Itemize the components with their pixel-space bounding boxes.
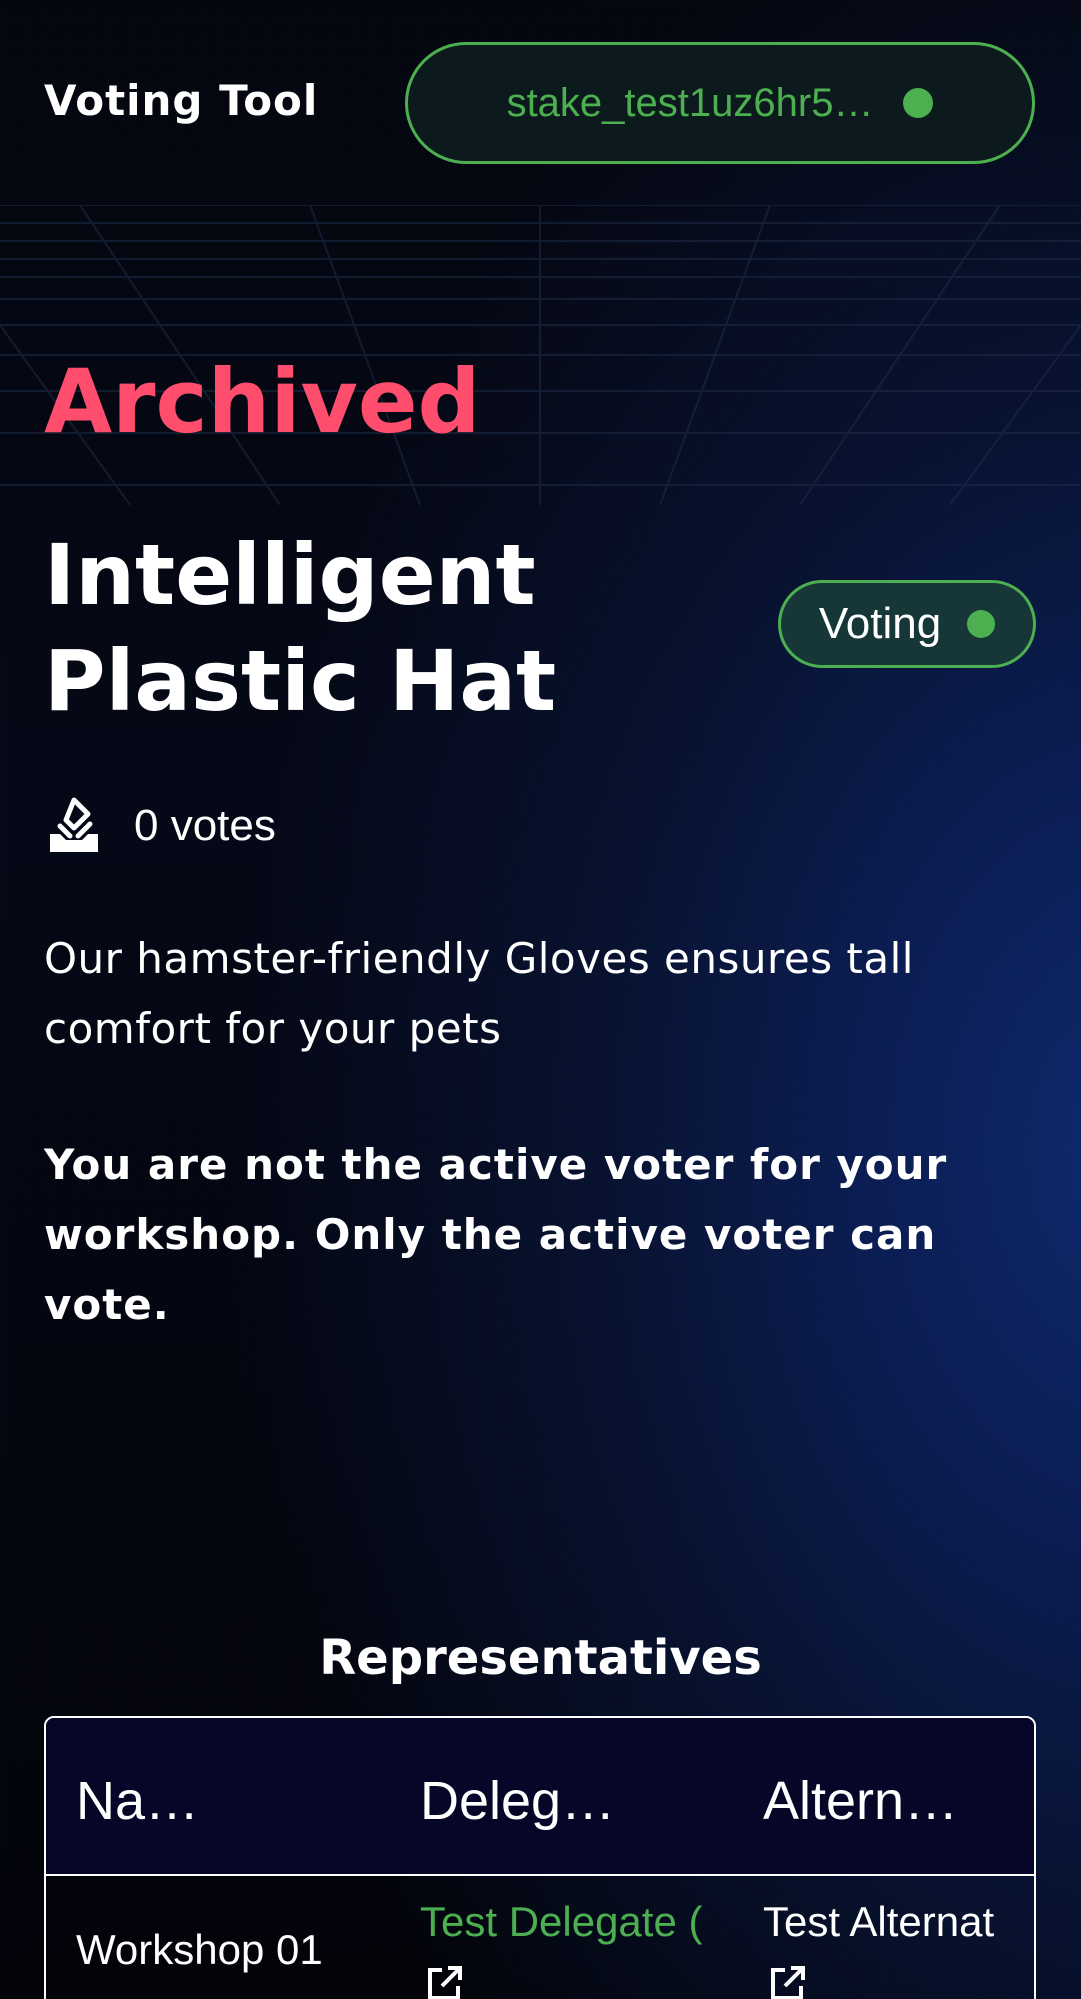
stage-badge-label: Voting <box>818 599 942 648</box>
wallet-address: stake_test1uz6hr5… <box>506 80 874 125</box>
table-row: Workshop 01 Test Delegate ( Test Alterna… <box>46 1876 1034 1999</box>
proposal-status: Archived <box>44 350 481 453</box>
stage-badge: Voting <box>778 580 1036 668</box>
alternate-link[interactable]: Test Alternat <box>763 1898 1034 1946</box>
external-link-icon[interactable] <box>424 1964 464 1999</box>
app-title: Voting Tool <box>44 76 319 125</box>
votes-row: 0 votes <box>44 796 276 856</box>
column-header-delegate[interactable]: Deleg… <box>420 1770 730 1832</box>
column-header-name[interactable]: Na… <box>76 1770 366 1832</box>
proposal-title: Intelligent Plastic Hat <box>44 526 557 730</box>
voter-notice: You are not the active voter for your wo… <box>44 1140 948 1329</box>
stage-dot-icon <box>967 610 996 638</box>
workshop-name: Workshop 01 <box>76 1926 323 1973</box>
wallet-button[interactable]: stake_test1uz6hr5… <box>405 42 1035 164</box>
votes-count: 0 votes <box>134 801 276 850</box>
delegate-link[interactable]: Test Delegate ( <box>420 1898 730 1946</box>
column-header-alternate[interactable]: Altern… <box>763 1770 1034 1832</box>
vote-icon <box>50 797 98 852</box>
connected-dot-icon <box>903 88 934 118</box>
top-bar: Voting Tool stake_test1uz6hr5… <box>0 0 1081 205</box>
representatives-heading: Representatives <box>319 1630 762 1686</box>
external-link-icon[interactable] <box>767 1964 807 1999</box>
proposal-description: Our hamster-friendly Gloves ensures tall… <box>44 934 914 1053</box>
table-header: Na… Deleg… Altern… <box>46 1718 1034 1876</box>
representatives-table: Na… Deleg… Altern… Workshop 01 Test Dele… <box>44 1716 1036 1999</box>
